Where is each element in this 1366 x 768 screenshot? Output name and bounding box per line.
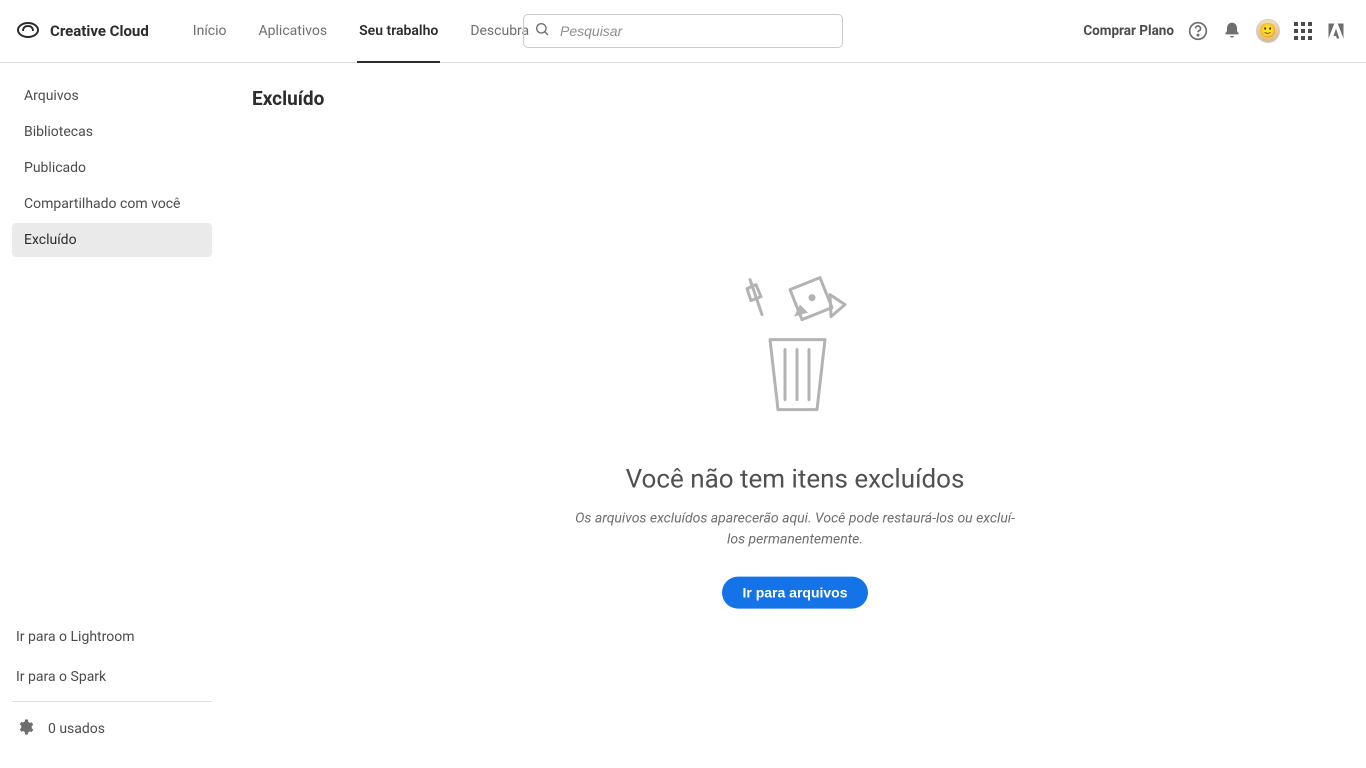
header: Creative Cloud Início Aplicativos Seu tr… <box>0 0 1366 63</box>
trash-illustration-icon <box>715 264 875 424</box>
empty-state: Você não tem itens excluídos Os arquivos… <box>515 264 1075 608</box>
go-to-files-button[interactable]: Ir para arquivos <box>722 576 867 608</box>
sidebar-item-shared[interactable]: Compartilhado com você <box>12 187 212 221</box>
nav-your-work[interactable]: Seu trabalho <box>343 0 454 62</box>
notifications-icon[interactable] <box>1222 21 1242 41</box>
sidebar-link-lightroom[interactable]: Ir para o Lightroom <box>12 617 212 657</box>
search-wrap <box>523 14 843 48</box>
nav-apps[interactable]: Aplicativos <box>243 0 344 62</box>
storage-row[interactable]: 0 usados <box>12 706 212 752</box>
buy-plan-link[interactable]: Comprar Plano <box>1083 23 1174 39</box>
empty-description: Os arquivos excluídos aparecerão aqui. V… <box>575 508 1015 550</box>
sidebar: Arquivos Bibliotecas Publicado Compartil… <box>0 63 224 768</box>
main: Excluído Você não tem itens excluídos Os <box>224 63 1366 768</box>
page-title: Excluído <box>252 87 1338 110</box>
header-right: Comprar Plano 🙂 <box>1083 19 1346 43</box>
sidebar-separator <box>12 701 212 702</box>
creative-cloud-logo-icon <box>16 17 40 45</box>
body: Arquivos Bibliotecas Publicado Compartil… <box>0 63 1366 768</box>
primary-nav: Início Aplicativos Seu trabalho Descubra <box>177 0 545 62</box>
sidebar-item-published[interactable]: Publicado <box>12 151 212 185</box>
app-switcher-icon[interactable] <box>1294 22 1312 40</box>
nav-home[interactable]: Início <box>177 0 243 62</box>
sidebar-item-deleted[interactable]: Excluído <box>12 223 212 257</box>
sidebar-item-files[interactable]: Arquivos <box>12 79 212 113</box>
empty-title: Você não tem itens excluídos <box>515 464 1075 494</box>
brand[interactable]: Creative Cloud <box>16 17 149 45</box>
gear-icon <box>16 718 34 740</box>
adobe-logo-icon[interactable] <box>1326 21 1346 41</box>
search-icon <box>534 21 550 41</box>
storage-text: 0 usados <box>48 721 105 737</box>
brand-name: Creative Cloud <box>50 22 149 40</box>
sidebar-link-spark[interactable]: Ir para o Spark <box>12 657 212 697</box>
search[interactable] <box>523 14 843 48</box>
search-input[interactable] <box>560 23 832 39</box>
avatar[interactable]: 🙂 <box>1256 19 1280 43</box>
help-icon[interactable] <box>1188 21 1208 41</box>
sidebar-item-libraries[interactable]: Bibliotecas <box>12 115 212 149</box>
